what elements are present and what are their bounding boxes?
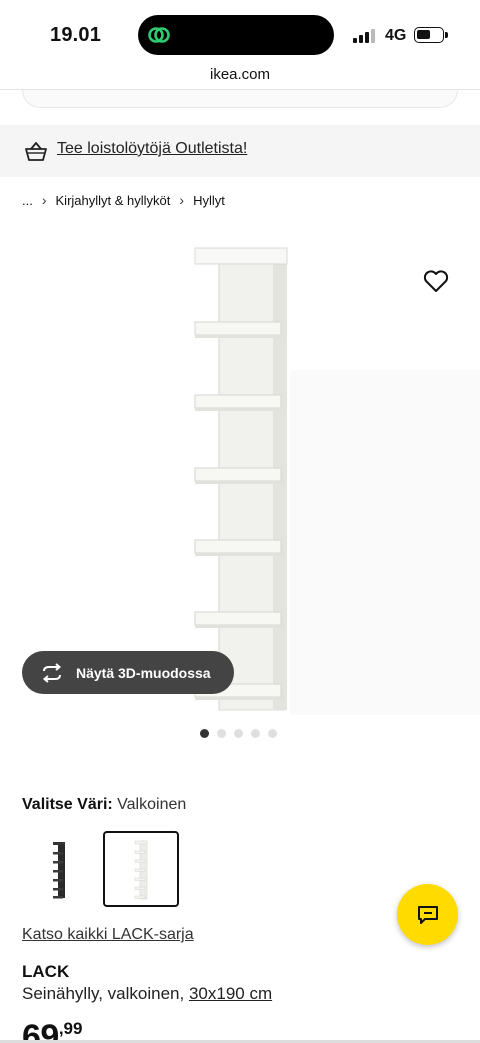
lack-series-link[interactable]: Katso kaikki LACK-sarja — [22, 926, 194, 944]
product-size-link[interactable]: 30x190 cm — [189, 984, 272, 1003]
breadcrumb-item-bookcases[interactable]: Kirjahyllyt & hyllyköt — [56, 193, 171, 208]
status-time: 19.01 — [50, 24, 102, 46]
gallery-dot-3[interactable] — [234, 729, 243, 738]
rotate-3d-icon — [42, 662, 62, 683]
color-label: Valitse Väri: — [22, 796, 113, 813]
app-activity-icon — [148, 27, 170, 43]
gallery-dot-2[interactable] — [217, 729, 226, 738]
color-swatch-white[interactable] — [103, 831, 179, 907]
breadcrumb-ellipsis[interactable]: ... — [22, 193, 33, 208]
view-3d-label: Näytä 3D-muodossa — [76, 664, 211, 681]
browser-url-bar[interactable]: ikea.com — [0, 62, 480, 90]
basket-icon — [25, 142, 47, 161]
status-bar: 19.01 4G — [0, 0, 480, 62]
cellular-signal-icon — [353, 29, 377, 43]
breadcrumb-item-shelves[interactable]: Hyllyt — [193, 193, 225, 208]
gallery-pagination[interactable] — [200, 729, 277, 738]
chat-bubble-icon — [417, 905, 438, 924]
product-name: LACK — [22, 962, 70, 981]
color-selector-label: Valitse Väri: Valkoinen — [22, 796, 186, 814]
battery-icon — [414, 27, 448, 43]
color-swatch-black[interactable] — [22, 832, 96, 906]
product-image-gallery[interactable] — [0, 230, 480, 720]
gallery-dot-5[interactable] — [268, 729, 277, 738]
url-domain: ikea.com — [209, 66, 271, 83]
chevron-right-icon: › — [179, 192, 185, 208]
network-type: 4G — [385, 27, 407, 44]
product-description: Seinähylly, valkoinen, 30x190 cm — [22, 984, 272, 1004]
gallery-background — [290, 370, 480, 715]
favourite-heart-icon[interactable] — [421, 266, 451, 296]
gallery-dot-1[interactable] — [200, 729, 209, 738]
outlet-promo-link[interactable]: Tee loistolöytöjä Outletista! — [57, 140, 247, 158]
color-selected-value: Valkoinen — [117, 796, 187, 813]
price-decimal: ,99 — [58, 1019, 83, 1038]
chat-button[interactable] — [397, 884, 458, 945]
view-3d-button[interactable]: Näytä 3D-muodossa — [22, 651, 234, 694]
gallery-dot-4[interactable] — [251, 729, 260, 738]
search-bar[interactable] — [22, 90, 458, 108]
chevron-right-icon: › — [41, 192, 47, 208]
product-image — [194, 247, 288, 711]
promo-banner[interactable]: Tee loistolöytöjä Outletista! — [0, 125, 480, 177]
dynamic-island — [138, 15, 334, 55]
white-shelf-thumbnail — [134, 840, 148, 900]
product-description-text: Seinähylly, valkoinen, — [22, 984, 189, 1003]
breadcrumb: ... › Kirjahyllyt & hyllyköt › Hyllyt — [22, 192, 225, 208]
